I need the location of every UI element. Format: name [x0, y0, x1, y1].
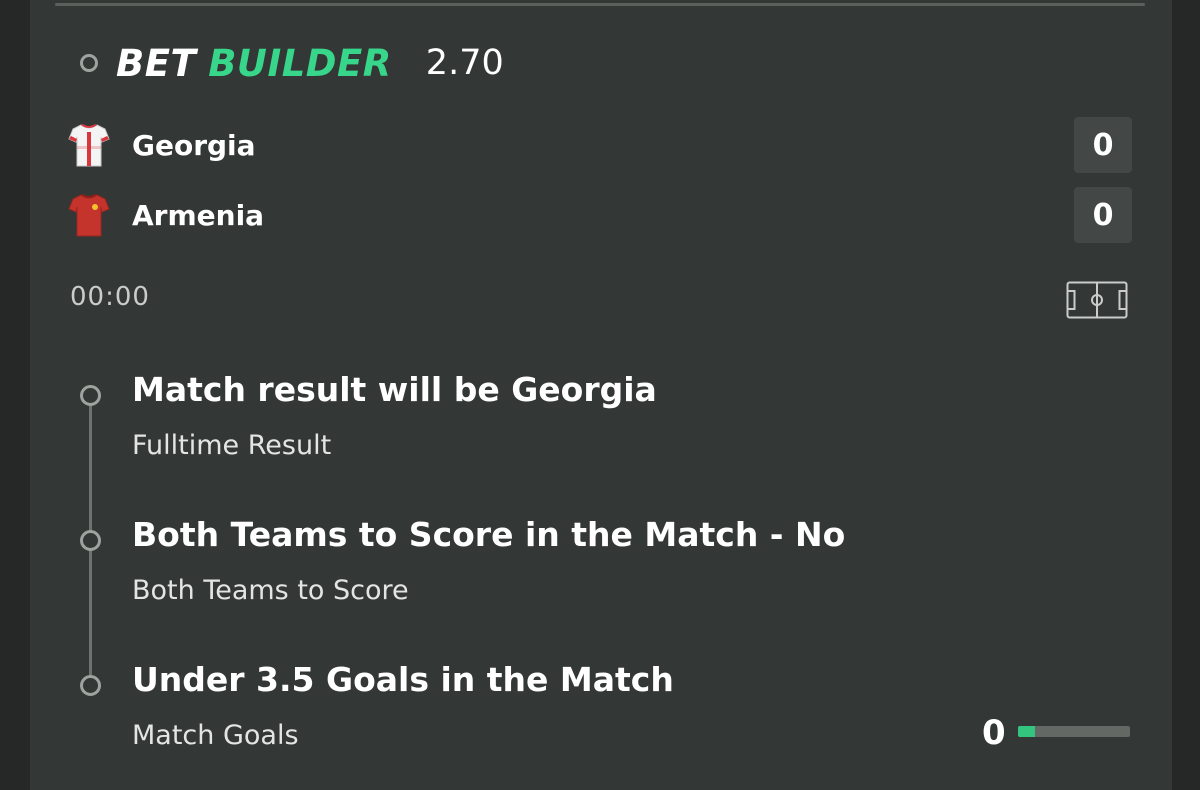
team-score: 0 [1074, 117, 1132, 173]
status-dot-icon [80, 54, 98, 72]
selection-title: Match result will be Georgia [132, 370, 657, 409]
selection-market: Fulltime Result [132, 430, 332, 461]
selection-market: Match Goals [132, 720, 299, 751]
goals-progress-bar [1018, 726, 1130, 737]
selection-dot-icon [80, 385, 101, 406]
bet-builder-label-bet: BET [116, 41, 197, 85]
selection-dot-icon [80, 530, 101, 551]
odds-value: 2.70 [425, 43, 504, 83]
top-divider [55, 3, 1145, 6]
red-shirt-icon [68, 194, 110, 237]
team-row-home: Georgia 0 [68, 117, 1132, 173]
team-name: Georgia [132, 128, 256, 162]
goals-progress-fill [1018, 726, 1035, 737]
white-shirt-icon [68, 124, 110, 167]
team-name: Armenia [132, 198, 265, 232]
match-clock: 00:00 [70, 282, 150, 312]
selection-title: Both Teams to Score in the Match - No [132, 515, 846, 554]
selection-dot-icon [80, 675, 101, 696]
team-score: 0 [1074, 187, 1132, 243]
selection-title: Under 3.5 Goals in the Match [132, 660, 674, 699]
goals-count: 0 [982, 713, 1006, 753]
team-row-away: Armenia 0 [68, 187, 1132, 243]
bet-builder-header: BET BUILDER 2.70 [80, 38, 504, 88]
pitch-icon[interactable] [1066, 281, 1128, 319]
selection-market: Both Teams to Score [132, 575, 409, 606]
bet-builder-label-builder: BUILDER [208, 41, 392, 85]
